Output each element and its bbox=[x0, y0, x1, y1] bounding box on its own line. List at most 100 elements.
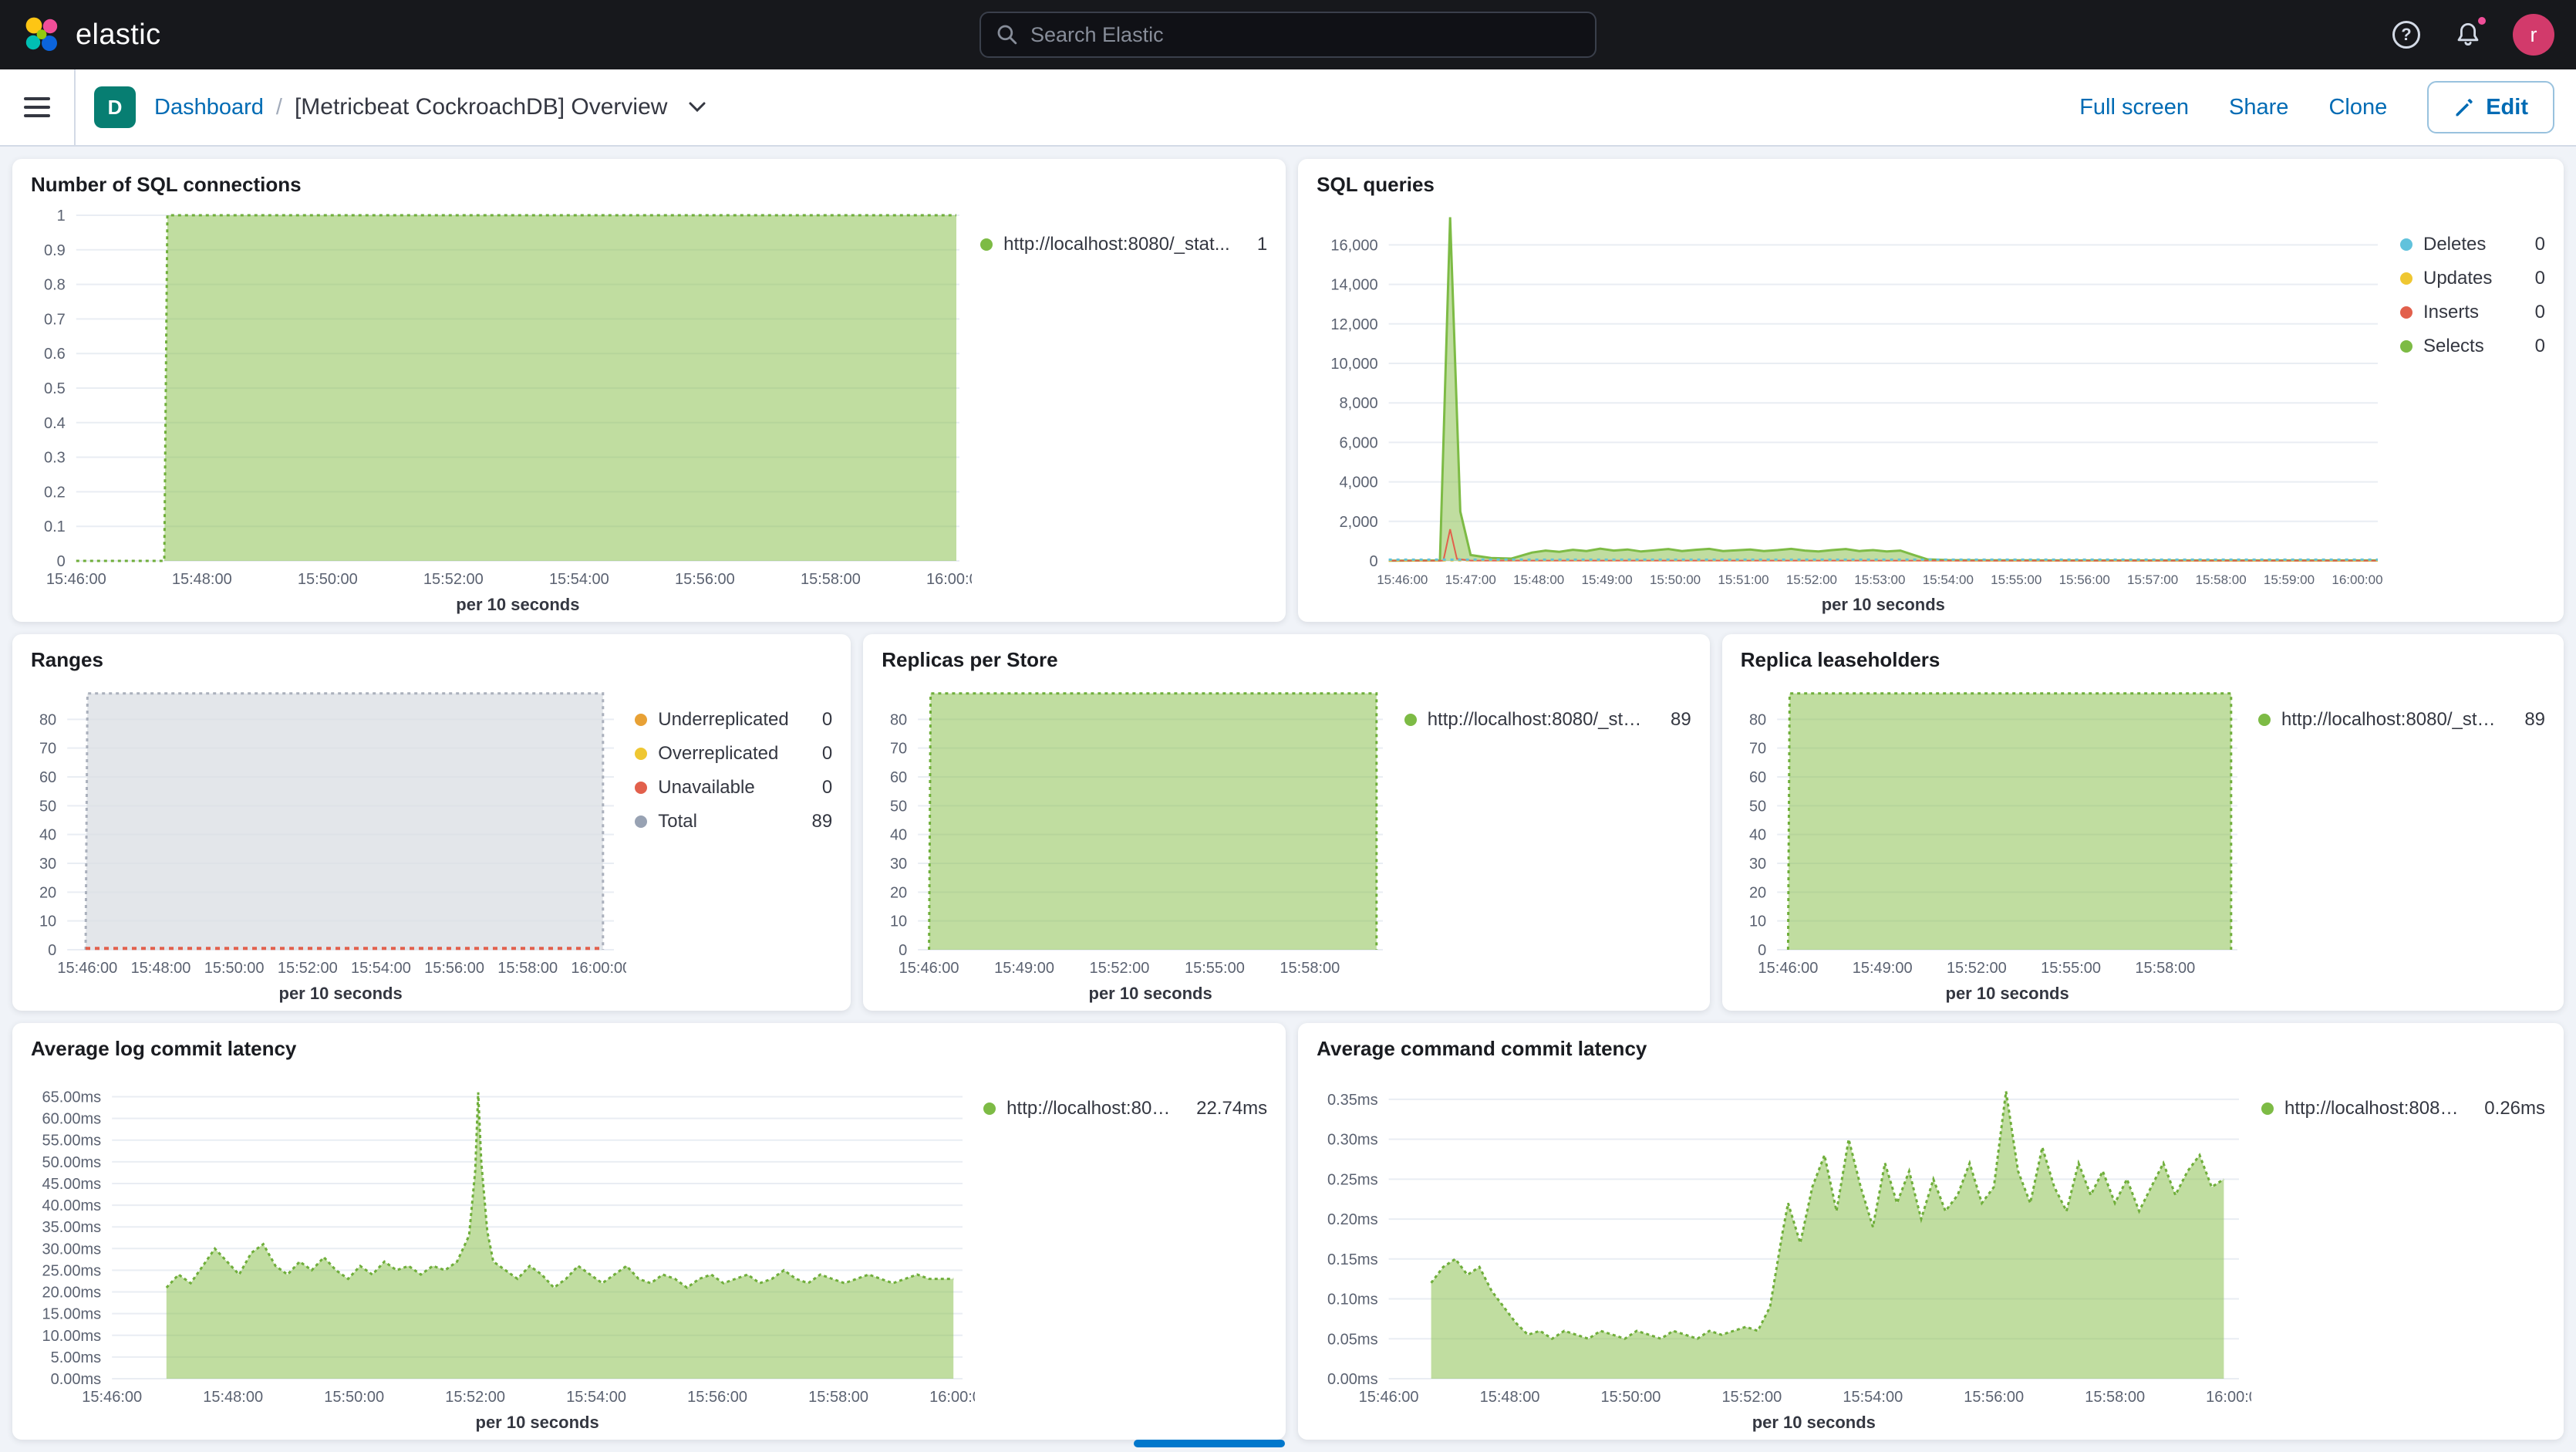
legend-item[interactable]: Inserts0 bbox=[2400, 302, 2545, 323]
svg-text:0.4: 0.4 bbox=[44, 415, 66, 432]
sql-queries-chart[interactable]: 16,00014,00012,00010,0008,0006,0004,0002… bbox=[1317, 200, 2391, 616]
global-search[interactable] bbox=[979, 12, 1597, 58]
panel-title[interactable]: Average log commit latency bbox=[31, 1037, 1267, 1061]
edit-button[interactable]: Edit bbox=[2427, 81, 2554, 133]
panel-number-of-sql-connections: Number of SQL connections 10.90.80.70.60… bbox=[12, 159, 1286, 622]
svg-text:80: 80 bbox=[1749, 711, 1766, 728]
svg-text:15:55:00: 15:55:00 bbox=[1185, 960, 1245, 977]
svg-text:70: 70 bbox=[1749, 741, 1766, 758]
legend-item[interactable]: Overreplicated0 bbox=[635, 743, 832, 765]
svg-text:14,000: 14,000 bbox=[1331, 277, 1378, 294]
svg-text:0: 0 bbox=[48, 942, 56, 959]
legend-series-value: 89 bbox=[2512, 709, 2545, 731]
help-ring-glyph: ? bbox=[2392, 21, 2420, 49]
legend-item[interactable]: Updates0 bbox=[2400, 268, 2545, 289]
panel-ranges: Ranges 8070605040302010015:46:0015:48:00… bbox=[12, 634, 851, 1011]
svg-text:60: 60 bbox=[890, 769, 907, 786]
svg-text:15:48:00: 15:48:00 bbox=[203, 1389, 263, 1406]
chart-canvas[interactable]: 16,00014,00012,00010,0008,0006,0004,0002… bbox=[1317, 200, 2390, 616]
panel-title[interactable]: Replica leaseholders bbox=[1741, 648, 2545, 672]
legend-item[interactable]: Underreplicated0 bbox=[635, 709, 832, 731]
svg-text:15:49:00: 15:49:00 bbox=[1582, 572, 1633, 587]
svg-text:10: 10 bbox=[1749, 913, 1766, 930]
horizontal-scrollbar-thumb[interactable] bbox=[1134, 1440, 1285, 1447]
chart-canvas[interactable]: 10.90.80.70.60.50.40.30.20.1015:46:0015:… bbox=[31, 200, 972, 616]
panel-title[interactable]: Number of SQL connections bbox=[31, 173, 1267, 197]
notifications-bell-icon[interactable] bbox=[2451, 18, 2485, 52]
svg-text:70: 70 bbox=[890, 741, 907, 758]
svg-text:15:46:00: 15:46:00 bbox=[1758, 960, 1818, 977]
legend-item[interactable]: Selects0 bbox=[2400, 336, 2545, 357]
legend-item[interactable]: http://localhost:8080/_sta...89 bbox=[2258, 709, 2545, 731]
svg-text:20: 20 bbox=[39, 884, 56, 901]
svg-text:15:59:00: 15:59:00 bbox=[2264, 572, 2315, 587]
svg-text:10: 10 bbox=[890, 913, 907, 930]
svg-text:0.5: 0.5 bbox=[44, 380, 66, 397]
svg-text:65.00ms: 65.00ms bbox=[42, 1089, 101, 1106]
svg-text:15:54:00: 15:54:00 bbox=[1843, 1389, 1903, 1406]
svg-text:30: 30 bbox=[1749, 856, 1766, 873]
legend-series-dot bbox=[2261, 1103, 2274, 1115]
breadcrumb-dashboard-link[interactable]: Dashboard bbox=[154, 95, 264, 120]
sql-connections-chart[interactable]: 10.90.80.70.60.50.40.30.20.1015:46:0015:… bbox=[31, 200, 971, 616]
elastic-logo-icon bbox=[22, 15, 62, 55]
title-menu-chevron-icon[interactable] bbox=[689, 102, 706, 113]
main-menu-button[interactable] bbox=[0, 69, 76, 145]
chart-canvas[interactable]: 0.35ms0.30ms0.25ms0.20ms0.15ms0.10ms0.05… bbox=[1317, 1064, 2251, 1434]
dashboard-toolbar: D Dashboard / [Metricbeat CockroachDB] O… bbox=[0, 69, 2576, 147]
svg-text:50.00ms: 50.00ms bbox=[42, 1154, 101, 1171]
space-badge-letter: D bbox=[108, 96, 123, 120]
command-commit-latency-chart[interactable]: 0.35ms0.30ms0.25ms0.20ms0.15ms0.10ms0.05… bbox=[1317, 1064, 2252, 1433]
svg-text:per 10 seconds: per 10 seconds bbox=[1752, 1413, 1876, 1432]
chart-legend: http://localhost:8080/_sta...89 bbox=[1395, 675, 1691, 1005]
space-badge[interactable]: D bbox=[94, 86, 136, 128]
elastic-brand[interactable]: elastic bbox=[22, 15, 161, 55]
svg-text:55.00ms: 55.00ms bbox=[42, 1133, 101, 1150]
svg-text:15:48:00: 15:48:00 bbox=[1480, 1389, 1540, 1406]
legend-item[interactable]: http://localhost:808...22.74ms bbox=[983, 1098, 1267, 1119]
global-header: elastic ? r bbox=[0, 0, 2576, 69]
panel-title[interactable]: Replicas per Store bbox=[882, 648, 1691, 672]
legend-series-dot bbox=[1404, 714, 1417, 726]
svg-text:45.00ms: 45.00ms bbox=[42, 1176, 101, 1193]
help-icon[interactable]: ? bbox=[2389, 18, 2423, 52]
svg-text:10.00ms: 10.00ms bbox=[42, 1328, 101, 1345]
svg-text:15:58:00: 15:58:00 bbox=[2085, 1389, 2145, 1406]
svg-text:15:52:00: 15:52:00 bbox=[1722, 1389, 1782, 1406]
panel-title[interactable]: Ranges bbox=[31, 648, 832, 672]
search-input[interactable] bbox=[1030, 23, 1580, 47]
svg-text:per 10 seconds: per 10 seconds bbox=[1822, 595, 1945, 614]
legend-item[interactable]: Deletes0 bbox=[2400, 234, 2545, 255]
svg-text:0: 0 bbox=[1370, 553, 1378, 570]
legend-item[interactable]: http://localhost:8080/_sta...89 bbox=[1404, 709, 1691, 731]
chart-canvas[interactable]: 65.00ms60.00ms55.00ms50.00ms45.00ms40.00… bbox=[31, 1064, 975, 1434]
legend-item[interactable]: http://localhost:8080/_stat...1 bbox=[980, 234, 1267, 255]
svg-text:15:50:00: 15:50:00 bbox=[1601, 1389, 1661, 1406]
legend-series-dot bbox=[635, 748, 647, 760]
share-button[interactable]: Share bbox=[2229, 95, 2288, 120]
pencil-icon bbox=[2453, 96, 2475, 118]
legend-series-value: 89 bbox=[800, 811, 833, 832]
chart-canvas[interactable]: 8070605040302010015:46:0015:48:0015:50:0… bbox=[31, 675, 626, 1005]
svg-text:40: 40 bbox=[890, 827, 907, 844]
log-commit-latency-chart[interactable]: 65.00ms60.00ms55.00ms50.00ms45.00ms40.00… bbox=[31, 1064, 974, 1433]
svg-text:16:00:00: 16:00:00 bbox=[2206, 1389, 2251, 1406]
ranges-chart[interactable]: 8070605040302010015:46:0015:48:0015:50:0… bbox=[31, 675, 625, 1005]
user-avatar[interactable]: r bbox=[2513, 14, 2554, 56]
panel-title[interactable]: SQL queries bbox=[1317, 173, 2545, 197]
legend-item[interactable]: Total 89 bbox=[635, 811, 832, 832]
svg-text:0: 0 bbox=[57, 553, 66, 570]
svg-text:16:00:00: 16:00:00 bbox=[2332, 572, 2383, 587]
replica-leaseholders-chart[interactable]: 8070605040302010015:46:0015:49:0015:52:0… bbox=[1741, 675, 2249, 1005]
clone-button[interactable]: Clone bbox=[2328, 95, 2387, 120]
legend-item[interactable]: Unavailable0 bbox=[635, 777, 832, 799]
chart-canvas[interactable]: 8070605040302010015:46:0015:49:0015:52:0… bbox=[1741, 675, 2250, 1005]
chart-canvas[interactable]: 8070605040302010015:46:0015:49:0015:52:0… bbox=[882, 675, 1395, 1005]
full-screen-button[interactable]: Full screen bbox=[2079, 95, 2189, 120]
legend-item[interactable]: http://localhost:8080...0.26ms bbox=[2261, 1098, 2545, 1119]
replicas-per-store-chart[interactable]: 8070605040302010015:46:0015:49:0015:52:0… bbox=[882, 675, 1394, 1005]
legend-series-label: Inserts bbox=[2423, 302, 2479, 323]
panel-title[interactable]: Average command commit latency bbox=[1317, 1037, 2545, 1061]
legend-series-label: Total bbox=[658, 811, 697, 832]
legend-series-dot bbox=[2400, 272, 2412, 285]
